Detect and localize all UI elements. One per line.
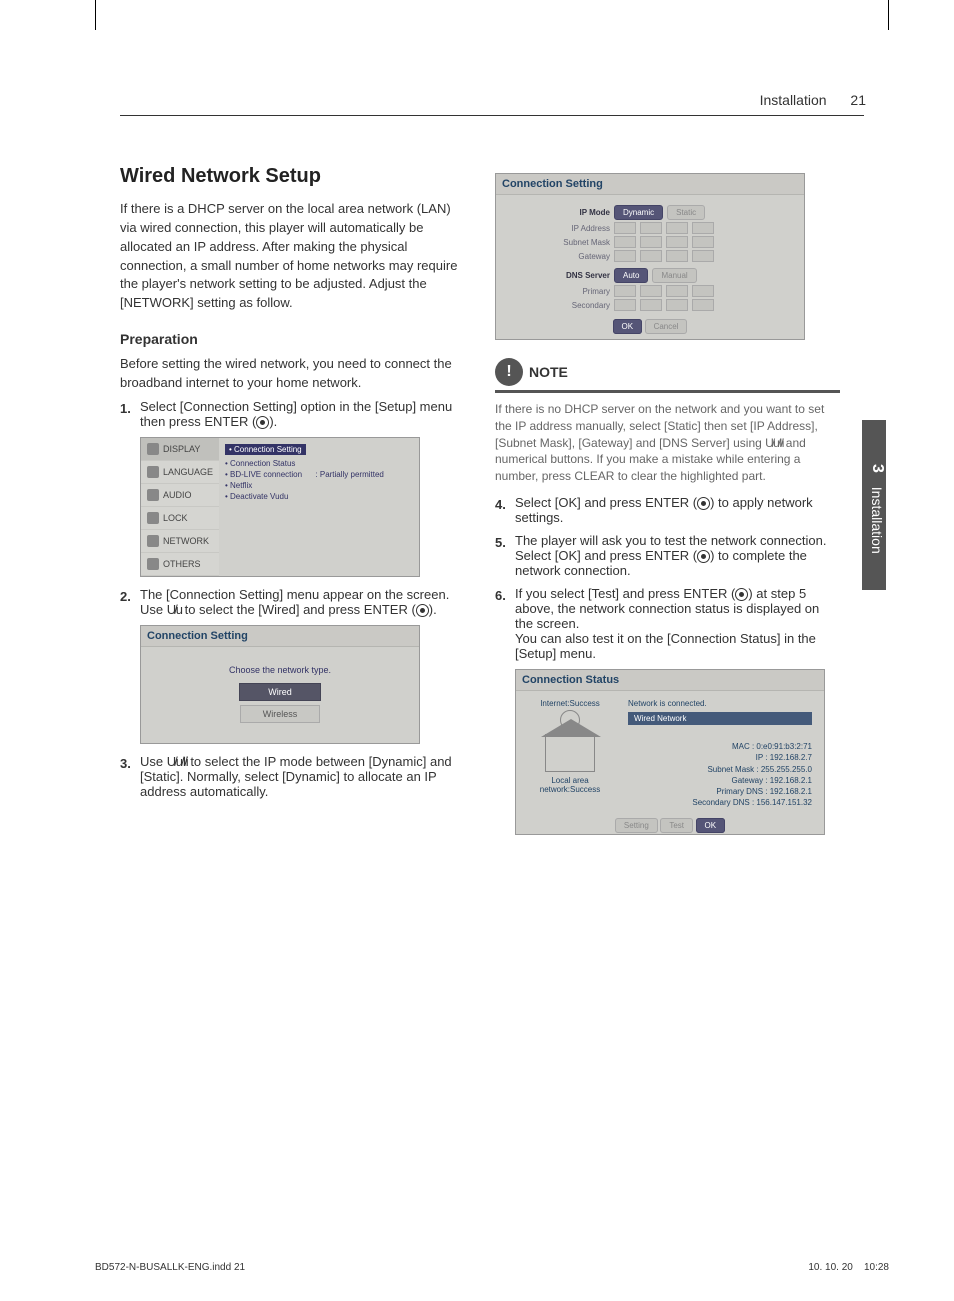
prep-text: Before setting the wired network, you ne… [120,355,465,393]
step-6: 6. If you select [Test] and press ENTER … [495,588,840,835]
network-icon [147,535,159,547]
footer: BD572-N-BUSALLK-ENG.indd 21 10. 10. 20 1… [95,1262,889,1273]
up-down-icon: U/u [167,602,181,617]
subheading: Preparation [120,331,465,347]
connection-status-figure: Connection Status Internet:Success Local… [515,669,825,835]
enter-icon [697,550,710,563]
note-box: ! NOTE If there is no DHCP server on the… [495,358,840,485]
wireless-button: Wireless [240,705,321,723]
audio-icon [147,489,159,501]
footer-file: BD572-N-BUSALLK-ENG.indd 21 [95,1262,245,1273]
others-icon [147,558,159,570]
footer-date: 10. 10. 20 [808,1262,852,1273]
chapter-number: 3 [868,464,886,473]
intro-text: If there is a DHCP server on the local a… [120,200,465,313]
step-4: 4. Select [OK] and press ENTER () to app… [495,497,840,525]
step-5: 5. The player will ask you to test the n… [495,535,840,578]
house-icon [545,734,595,772]
chapter-tab: 3 Installation [862,420,886,590]
enter-icon [256,416,269,429]
step-2: 2. The [Connection Setting] menu appear … [120,589,465,744]
display-icon [147,443,159,455]
footer-time: 10:28 [864,1262,889,1273]
exclamation-icon: ! [495,358,523,386]
connection-type-figure: Connection Setting Choose the network ty… [140,625,420,744]
arrow-keys-icon: U/u/I/i [167,754,187,769]
chapter-label: Installation [869,487,885,554]
enter-icon [735,588,748,601]
setup-menu-figure: DISPLAY LANGUAGE AUDIO LOCK NETWORK OTHE… [140,437,420,577]
arrow-keys-icon: U/u/I/i [765,436,782,450]
enter-icon [697,497,710,510]
page-title: Wired Network Setup [120,165,465,188]
step-3: 3. Use U/u/I/i to select the IP mode bet… [120,756,465,799]
step-1: 1. Select [Connection Setting] option in… [120,401,465,577]
wired-button: Wired [239,683,321,701]
enter-icon [416,604,429,617]
lock-icon [147,512,159,524]
ip-setting-figure: Connection Setting IP ModeDynamicStatic … [495,173,805,340]
language-icon [147,466,159,478]
